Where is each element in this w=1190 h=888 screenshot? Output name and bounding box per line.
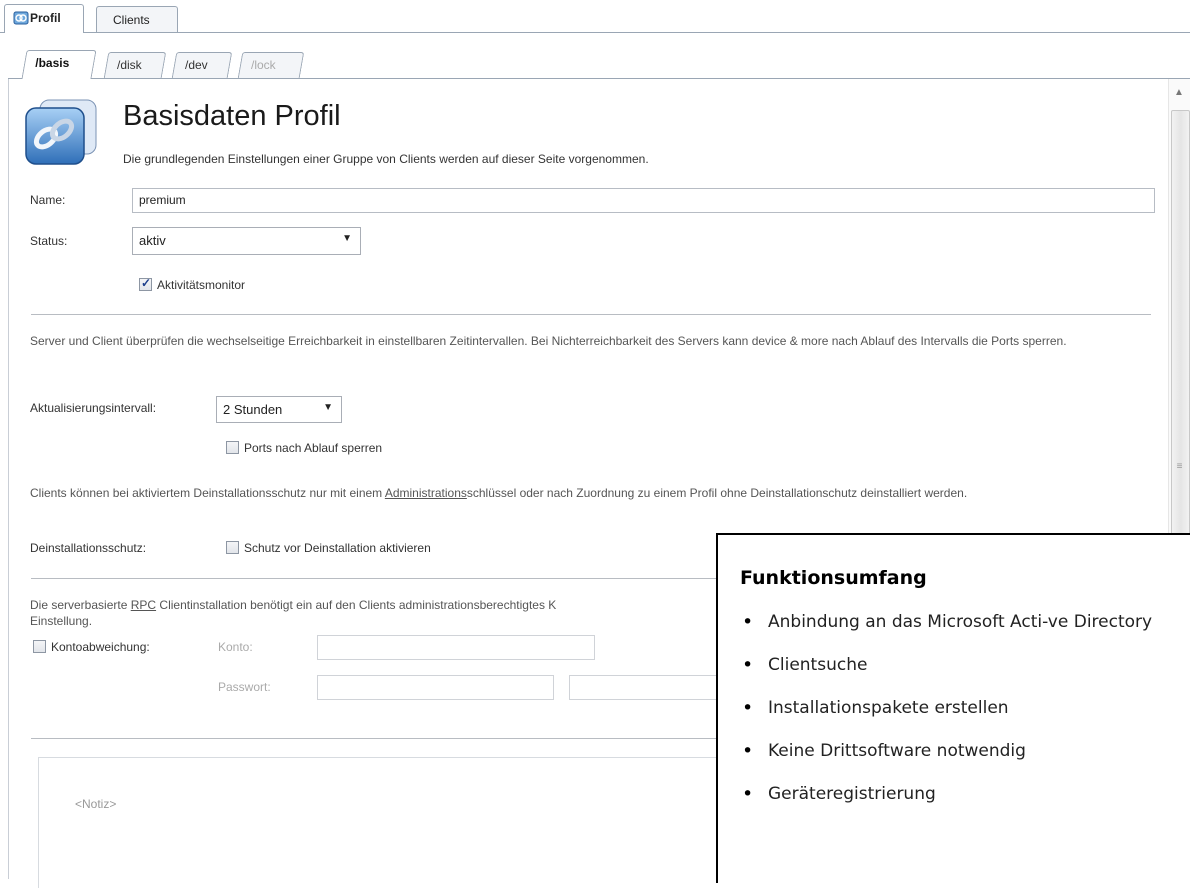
tab-profil-label: Profil bbox=[30, 11, 61, 25]
tab-disk[interactable]: /disk bbox=[103, 52, 167, 78]
divider-3 bbox=[31, 738, 721, 739]
rpc-text-post: Clientinstallation benötigt ein auf den … bbox=[156, 598, 557, 612]
feature-item: Anbindung an das Microsoft Acti-ve Direc… bbox=[740, 610, 1180, 634]
administration-link[interactable]: Administrations bbox=[385, 486, 467, 500]
activity-monitor-checkbox[interactable] bbox=[139, 276, 152, 291]
lock-ports-label: Ports nach Ablauf sperren bbox=[244, 441, 383, 455]
feature-list: Anbindung an das Microsoft Acti-ve Direc… bbox=[740, 610, 1180, 825]
tab-basis[interactable]: /basis bbox=[21, 50, 97, 79]
top-tab-bar: Profil Clients bbox=[0, 0, 1190, 33]
note-area[interactable] bbox=[38, 757, 739, 888]
interval-value: 2 Stunden bbox=[223, 402, 283, 417]
uninstall-text-post: schlüssel oder nach Zuordnung zu einem P… bbox=[466, 486, 968, 500]
feature-item: Geräteregistrierung bbox=[740, 782, 1180, 806]
name-label: Name: bbox=[30, 193, 66, 207]
lock-ports-checkbox[interactable] bbox=[226, 441, 239, 454]
divider-1 bbox=[31, 314, 1151, 315]
name-input[interactable]: premium bbox=[132, 188, 1155, 213]
tab-lock-label: /lock bbox=[251, 58, 276, 72]
account-input[interactable] bbox=[317, 635, 595, 660]
server-description: Server und Client überprüfen die wechsel… bbox=[30, 334, 1067, 348]
chevron-down-icon: ▼ bbox=[323, 402, 333, 413]
feature-item: Clientsuche bbox=[740, 653, 1180, 677]
profile-header-icon bbox=[25, 99, 97, 165]
interval-label: Aktualisierungsintervall: bbox=[30, 401, 157, 415]
uninstall-text-pre: Clients können bei aktiviertem Deinstall… bbox=[30, 486, 385, 500]
rpc-link[interactable]: RPC bbox=[131, 598, 156, 612]
tab-lock: /lock bbox=[237, 52, 305, 78]
status-value: aktiv bbox=[139, 233, 166, 248]
uninstall-protection-label: Deinstallationsschutz: bbox=[30, 541, 147, 555]
tab-dev-label: /dev bbox=[185, 58, 208, 72]
interval-select[interactable]: 2 Stunden ▼ bbox=[216, 396, 342, 423]
tab-clients-label: Clients bbox=[113, 13, 150, 27]
rpc-description-line2: Einstellung. bbox=[30, 614, 93, 628]
tab-dev[interactable]: /dev bbox=[171, 52, 233, 78]
scroll-up-icon[interactable]: ▲ bbox=[1172, 86, 1186, 100]
password-input[interactable] bbox=[317, 675, 554, 700]
tab-basis-label: /basis bbox=[35, 56, 70, 70]
page-subtitle: Die grundlegenden Einstellungen einer Gr… bbox=[123, 152, 649, 166]
status-label: Status: bbox=[30, 234, 68, 248]
status-select[interactable]: aktiv ▼ bbox=[132, 227, 361, 255]
profile-tab-icon bbox=[13, 11, 29, 25]
chevron-down-icon: ▼ bbox=[342, 233, 352, 244]
feature-item: Keine Drittsoftware notwendig bbox=[740, 739, 1180, 763]
scroll-grip-icon: ≡ bbox=[1176, 461, 1183, 472]
tab-disk-label: /disk bbox=[117, 58, 142, 72]
uninstall-protection-checkbox[interactable] bbox=[226, 541, 239, 554]
rpc-text-pre: Die serverbasierte bbox=[30, 598, 131, 612]
feature-item: Installationspakete erstellen bbox=[740, 696, 1180, 720]
feature-title: Funktionsumfang bbox=[740, 567, 927, 589]
uninstall-description: Clients können bei aktiviertem Deinstall… bbox=[30, 485, 1150, 501]
tab-bar-divider bbox=[0, 32, 1190, 33]
account-deviation-label: Kontoabweichung: bbox=[51, 640, 150, 654]
account-deviation-checkbox[interactable] bbox=[33, 640, 46, 653]
divider-2 bbox=[31, 578, 721, 579]
note-placeholder: <Notiz> bbox=[75, 797, 117, 811]
page-title: Basisdaten Profil bbox=[123, 100, 341, 132]
password-label: Passwort: bbox=[218, 680, 271, 694]
rpc-description: Die serverbasierte RPC Clientinstallatio… bbox=[30, 597, 720, 613]
account-label: Konto: bbox=[218, 640, 253, 654]
password-confirm-input[interactable] bbox=[569, 675, 729, 700]
tab-clients[interactable]: Clients bbox=[96, 6, 178, 32]
uninstall-protection-checkbox-label: Schutz vor Deinstallation aktivieren bbox=[244, 541, 431, 555]
tab-profil[interactable]: Profil bbox=[4, 4, 84, 33]
activity-monitor-label: Aktivitätsmonitor bbox=[157, 278, 246, 292]
